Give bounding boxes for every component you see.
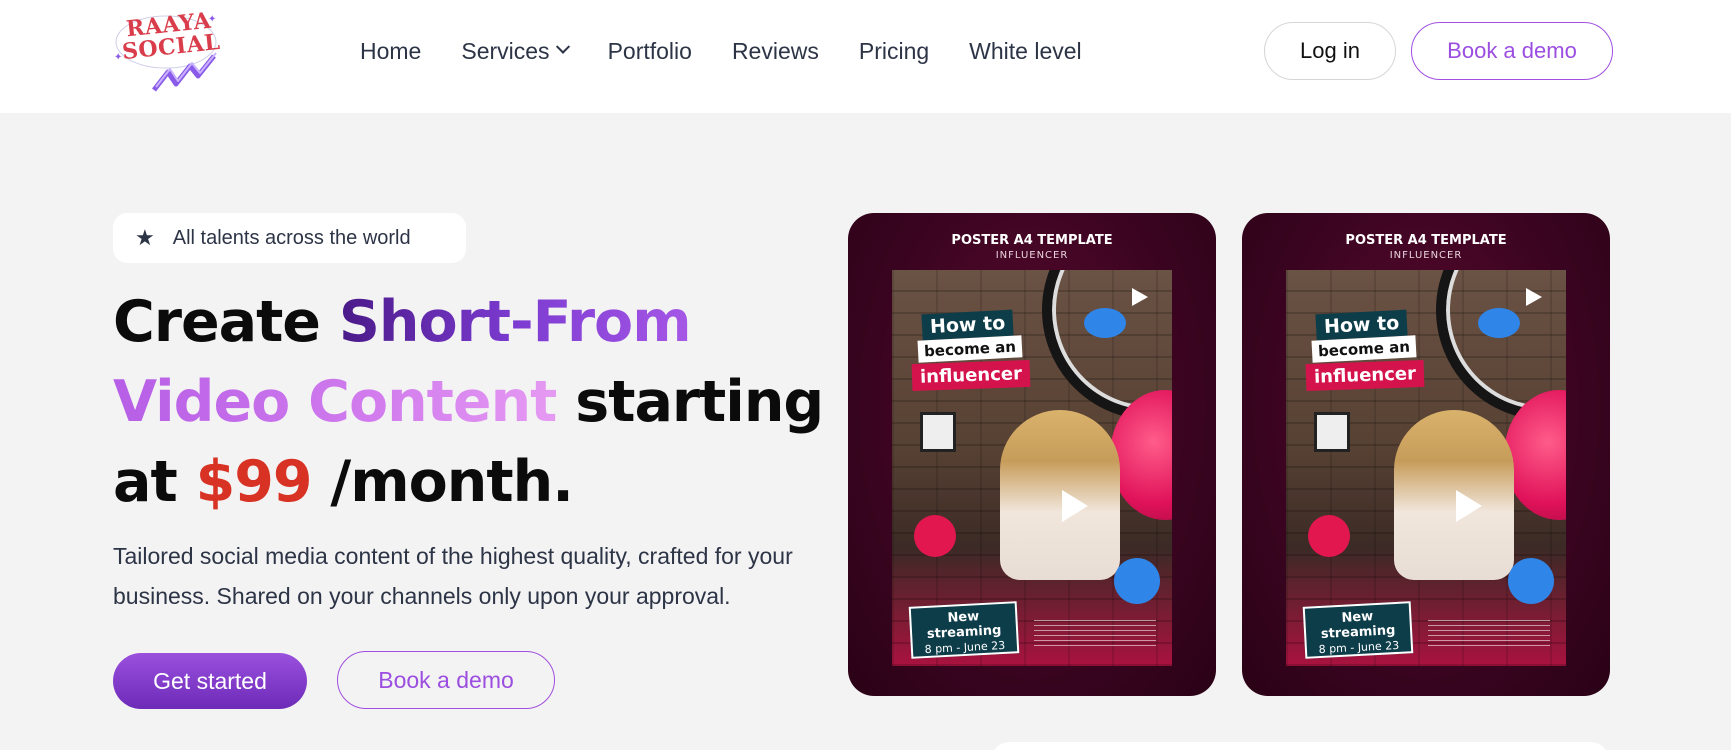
chevron-down-icon xyxy=(555,39,570,54)
play-icon[interactable] xyxy=(1456,490,1482,522)
poster-subtitle: INFLUENCER xyxy=(1389,250,1463,261)
poster-title: POSTER A4 TEMPLATE xyxy=(951,233,1113,248)
poster-subtitle: INFLUENCER xyxy=(995,250,1069,261)
headline-word: starting xyxy=(575,369,824,435)
heart-icon xyxy=(1308,515,1350,557)
hero-subtext: Tailored social media content of the hig… xyxy=(113,543,793,609)
headline-highlight: Video Content xyxy=(113,369,557,435)
nav-item-reviews[interactable]: Reviews xyxy=(732,38,819,65)
hero-headline: Create Short-From Video Content starting… xyxy=(113,282,833,522)
play-icon[interactable] xyxy=(1062,490,1088,522)
nav-label: White level xyxy=(969,37,1082,64)
video-thumbnail: How to become an influencer New streamin… xyxy=(1286,270,1566,666)
svg-text:✦: ✦ xyxy=(114,52,122,63)
nav-label: Pricing xyxy=(858,37,930,64)
influencer-photo xyxy=(1000,410,1120,580)
main-nav: Home Services Portfolio Reviews Pricing … xyxy=(360,34,1122,68)
boom-logo-icon xyxy=(1526,288,1542,306)
badge-text: All talents across the world xyxy=(172,226,411,249)
boom-logo-icon xyxy=(1132,288,1148,306)
headline-word: at xyxy=(113,449,178,515)
headline-price: $99 xyxy=(195,449,313,515)
star-icon: ★ xyxy=(135,225,155,251)
thumbs-up-cloud-icon xyxy=(1084,308,1126,338)
poster-headline-3: influencer xyxy=(911,359,1031,392)
nav-item-services[interactable]: Services xyxy=(461,37,570,65)
headline-word: Create xyxy=(113,289,321,355)
raaya-social-logo[interactable]: ✦ ✦ RAAYA SOCIAL xyxy=(110,6,230,96)
nav-item-home[interactable]: Home xyxy=(360,38,421,65)
studio-lamp-image xyxy=(1314,412,1350,452)
talents-badge: ★ All talents across the world xyxy=(113,213,466,263)
nav-label: Reviews xyxy=(731,37,819,64)
fine-print-lines xyxy=(1428,618,1550,646)
influencer-photo xyxy=(1394,410,1514,580)
studio-lamp-image xyxy=(920,412,956,452)
headline-highlight: Short-From xyxy=(338,289,692,355)
video-thumbnail: How to become an influencer New streamin… xyxy=(892,270,1172,666)
login-button[interactable]: Log in xyxy=(1264,22,1396,80)
get-started-button[interactable]: Get started xyxy=(113,653,307,709)
fine-print-lines xyxy=(1034,618,1156,646)
header-book-demo-button[interactable]: Book a demo xyxy=(1411,22,1613,80)
nav-item-portfolio[interactable]: Portfolio xyxy=(608,38,692,65)
thumbs-up-cloud-icon xyxy=(1478,308,1520,338)
streaming-tag: New streaming 8 pm - June 23 xyxy=(1302,601,1414,659)
poster-title: POSTER A4 TEMPLATE xyxy=(1345,233,1507,248)
video-card-1[interactable]: POSTER A4 TEMPLATE INFLUENCER How to bec… xyxy=(848,213,1216,696)
video-card-2[interactable]: POSTER A4 TEMPLATE INFLUENCER How to bec… xyxy=(1242,213,1610,696)
nav-item-pricing[interactable]: Pricing xyxy=(859,38,929,65)
nav-label: Portfolio xyxy=(607,37,692,64)
hero-book-demo-button[interactable]: Book a demo xyxy=(337,651,555,709)
nav-item-white-level[interactable]: White level xyxy=(969,38,1081,65)
site-header: ✦ ✦ RAAYA SOCIAL Home Services Portfolio… xyxy=(0,0,1731,113)
thumbs-up-icon xyxy=(1508,558,1554,604)
nav-label: Home xyxy=(360,37,422,64)
next-section-card-edge xyxy=(990,742,1610,750)
streaming-tag: New streaming 8 pm - June 23 xyxy=(908,601,1020,659)
headline-word: /month. xyxy=(330,449,573,515)
heart-icon xyxy=(914,515,956,557)
poster-headline-3: influencer xyxy=(1305,359,1425,392)
thumbs-up-icon xyxy=(1114,558,1160,604)
nav-label: Services xyxy=(461,37,550,64)
